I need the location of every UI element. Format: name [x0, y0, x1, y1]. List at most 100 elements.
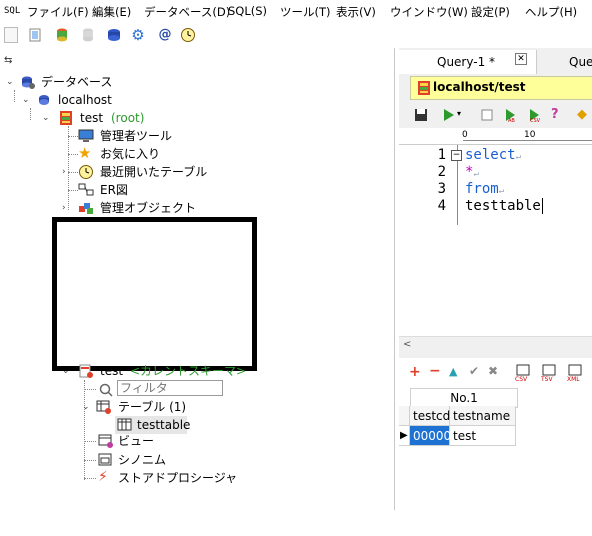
table-folder-icon: [96, 399, 112, 415]
move-up-icon[interactable]: ▲: [449, 365, 457, 378]
tree-label-admin-objects: 管理オブジェクト: [100, 201, 197, 215]
result-tab-label: No.1: [450, 391, 478, 405]
tree-label-admin-tools: 管理者ツール: [100, 129, 173, 143]
tree-label-synonyms: シノニム: [118, 453, 167, 467]
tree-label-favorites: お気に入り: [100, 147, 161, 161]
database-group-icon: [20, 74, 36, 90]
schema-icon: [78, 363, 94, 379]
db-connect-icon[interactable]: [54, 27, 70, 43]
close-tab-icon[interactable]: ✕: [515, 53, 527, 65]
tsv-export-icon[interactable]: TSV: [540, 364, 557, 383]
line-number: 1: [437, 147, 446, 163]
connection-bar: localhost/test: [410, 76, 592, 100]
menu-tool[interactable]: ツール(T): [280, 4, 331, 20]
code-line-1: select↵: [465, 147, 521, 163]
menu-help[interactable]: ヘルプ(H): [525, 4, 577, 20]
help-query-icon[interactable]: ?: [551, 107, 567, 123]
svg-text:XML: XML: [567, 376, 580, 382]
at-icon[interactable]: @: [157, 27, 173, 43]
diamond-icon[interactable]: ◆: [577, 107, 592, 123]
tree-label-current-schema: <カレントスキーマ>: [130, 364, 247, 378]
collapse-chevron-icon[interactable]: ⌄: [82, 398, 92, 416]
csv-export-icon[interactable]: CSV: [515, 364, 531, 383]
view-icon: [98, 433, 114, 449]
tab-label-query-2: Quer: [569, 55, 592, 69]
filter-input[interactable]: [117, 380, 223, 396]
menu-edit[interactable]: 編集(E): [92, 4, 131, 20]
table-icon: [117, 417, 133, 433]
column-header[interactable]: testname: [450, 406, 516, 426]
clock-icon[interactable]: [180, 27, 196, 43]
add-row-icon[interactable]: +: [409, 364, 421, 380]
main-toolbar: ⚙ @: [0, 22, 592, 48]
db-icon[interactable]: [106, 27, 122, 43]
tree-expand-all-icon[interactable]: ⇆: [4, 55, 12, 66]
star-icon: ★: [78, 144, 92, 162]
run-icon[interactable]: [441, 107, 457, 123]
csv-run-icon[interactable]: CSV: [527, 107, 543, 124]
monitor-icon: [78, 128, 94, 144]
menu-window[interactable]: ウインドウ(W): [390, 4, 468, 20]
query-toolbar: ▾ AB CSV ? ◆: [399, 103, 592, 127]
tree-label-host: localhost: [58, 93, 112, 107]
line-number: 4: [437, 198, 446, 214]
er-diagram-icon: [78, 182, 94, 198]
code-line-4: testtable​: [465, 198, 543, 214]
tree-label-databases: データベース: [41, 75, 113, 89]
svg-text:TSV: TSV: [541, 376, 553, 382]
save-icon[interactable]: [413, 107, 429, 123]
editor-hscrollbar[interactable]: <: [399, 336, 592, 355]
code-line-3: from↵: [465, 181, 505, 197]
explain-icon[interactable]: AB: [503, 107, 519, 124]
tab-query-2[interactable]: Quer: [569, 52, 592, 72]
column-header[interactable]: testcd: [410, 406, 450, 426]
open-folder-icon[interactable]: [27, 27, 43, 43]
tree-label-recent-tables: 最近開いたテーブル: [100, 165, 208, 179]
result-grid: No.1 testcd testname ▶ 000001 test: [399, 386, 592, 510]
delete-row-icon[interactable]: −: [429, 363, 441, 379]
collapse-chevron-icon[interactable]: ⌄: [6, 73, 16, 91]
stop-icon[interactable]: [479, 107, 495, 123]
synonym-icon: [98, 452, 114, 468]
xml-export-icon[interactable]: XML: [567, 364, 583, 383]
run-dropdown-icon[interactable]: ▾: [457, 109, 461, 118]
result-tab[interactable]: No.1: [410, 388, 518, 408]
collapse-chevron-icon[interactable]: ⌄: [22, 91, 32, 109]
tree-label-stored-procedures: ストアドプロシージャ: [118, 471, 238, 485]
line-number: 2: [437, 164, 446, 180]
svg-text:CSV: CSV: [530, 118, 541, 123]
fold-toggle-icon[interactable]: −: [451, 150, 462, 161]
svg-text:CSV: CSV: [515, 376, 528, 382]
table-cell[interactable]: test: [450, 426, 516, 446]
redacted-region: [52, 217, 257, 371]
menu-file[interactable]: ファイル(F): [27, 4, 89, 20]
menu-view[interactable]: 表示(V): [336, 4, 376, 20]
db-disconnect-icon[interactable]: [80, 27, 96, 43]
connection-label: localhost/test: [433, 80, 526, 94]
tree-label-er-diagram: ER図: [100, 183, 128, 197]
ruler-zero: 0: [462, 130, 468, 140]
collapse-chevron-icon[interactable]: ⌄: [42, 109, 52, 127]
line-number: 3: [437, 181, 446, 197]
cancel-icon[interactable]: ✖: [488, 364, 498, 378]
menu-settings[interactable]: 設定(P): [471, 4, 510, 20]
expand-chevron-icon[interactable]: ›: [62, 199, 72, 217]
expand-chevron-icon[interactable]: ›: [62, 163, 72, 181]
filter-search-icon: [98, 382, 114, 398]
tree-label-user: (root): [111, 111, 145, 125]
collapse-chevron-icon[interactable]: ⌄: [62, 362, 72, 380]
history-icon: [78, 164, 94, 180]
scroll-left-icon[interactable]: <: [403, 339, 411, 350]
commit-icon[interactable]: ✔: [469, 364, 479, 378]
tree-label-schema: test: [100, 364, 124, 378]
tree-node-db-test[interactable]: ⌄ test (root): [42, 109, 202, 127]
tree-label-db: test: [80, 111, 104, 125]
gear-icon[interactable]: ⚙: [130, 27, 146, 43]
blank-doc-icon[interactable]: [4, 27, 18, 43]
table-cell[interactable]: 000001: [410, 426, 459, 446]
menu-database[interactable]: データベース(D): [144, 4, 230, 20]
tree-label-views: ビュー: [118, 434, 155, 448]
tab-query-1[interactable]: Query-1 * ✕: [399, 50, 537, 74]
grid-toolbar: + − ▲ ✔ ✖ CSV TSV XML: [399, 358, 592, 386]
menu-sql[interactable]: SQL(S): [228, 4, 267, 18]
